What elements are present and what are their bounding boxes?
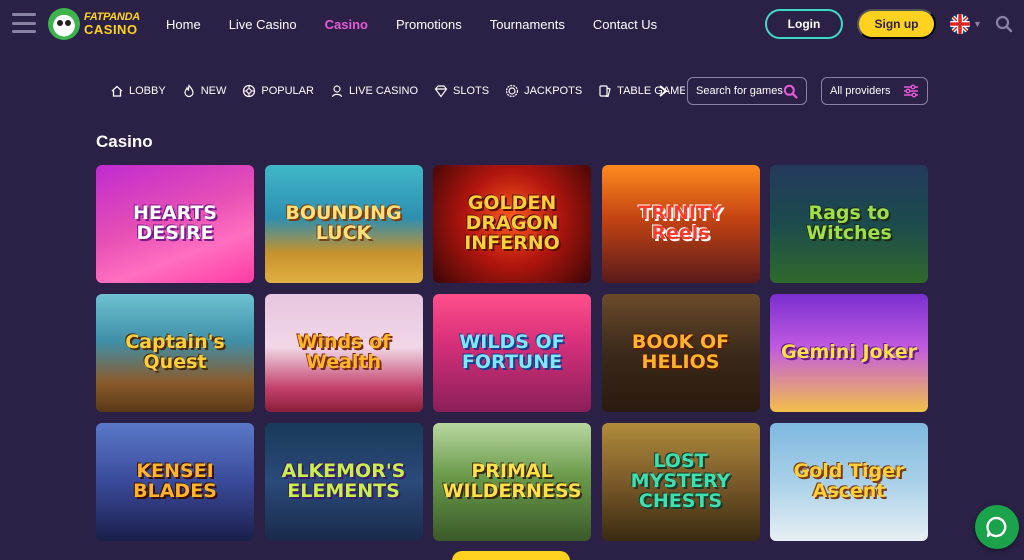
category-label: LIVE CASINO [348, 85, 419, 97]
category-label: LOBBY [129, 85, 166, 97]
game-title: Captain's Quest [125, 331, 225, 373]
game-tile[interactable]: KENSEI BLADES [96, 423, 254, 541]
game-tile[interactable]: ALKEMOR'S ELEMENTS [264, 423, 423, 541]
load-more-button[interactable] [452, 551, 570, 560]
category-popular[interactable]: POPULAR [242, 84, 314, 98]
main-nav: Home Live Casino Casino Promotions Tourn… [166, 0, 685, 48]
nav-live-casino[interactable]: Live Casino [229, 17, 297, 32]
uk-flag-icon [950, 14, 970, 34]
game-title: PRIMAL WILDERNESS [442, 460, 582, 502]
category-label: TABLE GAMES [617, 85, 686, 97]
menu-icon[interactable] [12, 13, 36, 33]
chevron-right-icon[interactable] [657, 84, 669, 98]
game-title: TRINITY Reels [638, 202, 723, 244]
game-tile[interactable]: Captain's Quest [96, 294, 254, 412]
game-tile[interactable]: TRINITY Reels [601, 165, 760, 283]
category-bar: LOBBY NEW POPULAR LIVE CASINO SLOTS JACK… [110, 78, 701, 104]
nav-promotions[interactable]: Promotions [396, 17, 462, 32]
game-title: BOUNDING LUCK [285, 202, 402, 244]
nav-casino[interactable]: Casino [325, 17, 368, 32]
search-icon [783, 84, 798, 99]
search-games-input[interactable]: Search for games [687, 77, 807, 105]
game-tile[interactable]: BOUNDING LUCK [264, 165, 423, 283]
search-placeholder: Search for games [696, 85, 783, 97]
game-title: KENSEI BLADES [133, 460, 217, 502]
diamond-icon [434, 85, 448, 98]
nav-contact-us[interactable]: Contact Us [593, 17, 657, 32]
category-label: POPULAR [261, 85, 314, 97]
category-new[interactable]: NEW [182, 84, 227, 98]
game-tile[interactable]: LOST MYSTERY CHESTS [601, 423, 760, 541]
category-label: JACKPOTS [524, 85, 583, 97]
cards-icon [599, 85, 611, 98]
game-tile[interactable]: BOOK OF HELIOS [601, 294, 760, 412]
chevron-down-icon: ▼ [973, 19, 982, 29]
panda-logo-icon [48, 8, 80, 40]
signup-button[interactable]: Sign up [857, 9, 936, 39]
coin-icon [505, 84, 519, 98]
game-title: Rags to Witches [806, 202, 892, 244]
filter-icon [904, 84, 918, 98]
chat-button[interactable] [975, 505, 1019, 549]
game-tile[interactable]: WILDS OF FORTUNE [433, 294, 591, 412]
category-table-games[interactable]: TABLE GAMES [598, 84, 685, 98]
category-label: SLOTS [453, 85, 490, 97]
game-tile[interactable]: Gemini Joker [770, 294, 928, 412]
search-icon[interactable] [995, 15, 1013, 33]
logo-line2: CASINO [84, 22, 138, 37]
game-title: BOOK OF HELIOS [631, 331, 730, 373]
login-button[interactable]: Login [765, 9, 843, 39]
category-lobby[interactable]: LOBBY [110, 84, 166, 98]
game-tile[interactable]: Winds of Wealth [264, 294, 423, 412]
game-tile[interactable]: Gold Tiger Ascent [770, 423, 928, 541]
target-icon [243, 84, 256, 98]
game-title: HEARTS DESIRE [132, 202, 217, 244]
section-title: Casino [96, 132, 153, 151]
flame-icon [184, 84, 194, 98]
dealer-icon [331, 85, 343, 98]
category-label: NEW [200, 85, 227, 97]
home-icon [111, 85, 123, 97]
chat-icon [986, 516, 1007, 538]
nav-home[interactable]: Home [166, 17, 201, 32]
category-live-casino[interactable]: LIVE CASINO [330, 84, 418, 98]
nav-tournaments[interactable]: Tournaments [490, 17, 565, 32]
providers-filter[interactable]: All providers [821, 77, 928, 105]
category-slots[interactable]: SLOTS [434, 84, 489, 98]
game-title: Winds of Wealth [296, 331, 391, 373]
providers-label: All providers [830, 85, 891, 97]
game-title: LOST MYSTERY CHESTS [630, 450, 731, 512]
game-grid: HEARTS DESIRE BOUNDING LUCK GOLDEN DRAGON … [96, 165, 928, 541]
game-title: GOLDEN DRAGON INFERNO [464, 192, 560, 254]
game-tile[interactable]: PRIMAL WILDERNESS [433, 423, 591, 541]
game-title: ALKEMOR'S ELEMENTS [281, 460, 406, 502]
game-tile[interactable]: GOLDEN DRAGON INFERNO [433, 165, 591, 283]
game-title: WILDS OF FORTUNE [459, 331, 565, 373]
game-title: Gold Tiger Ascent [793, 460, 905, 502]
game-title: Gemini Joker [781, 341, 917, 364]
category-jackpots[interactable]: JACKPOTS [505, 84, 582, 98]
game-tile[interactable]: Rags to Witches [770, 165, 928, 283]
language-selector[interactable]: ▼ [950, 14, 982, 34]
site-header: FATPANDA CASINO Home Live Casino Casino … [0, 0, 1024, 48]
game-tile[interactable]: HEARTS DESIRE [96, 165, 254, 283]
site-logo[interactable]: FATPANDA CASINO [48, 5, 154, 43]
